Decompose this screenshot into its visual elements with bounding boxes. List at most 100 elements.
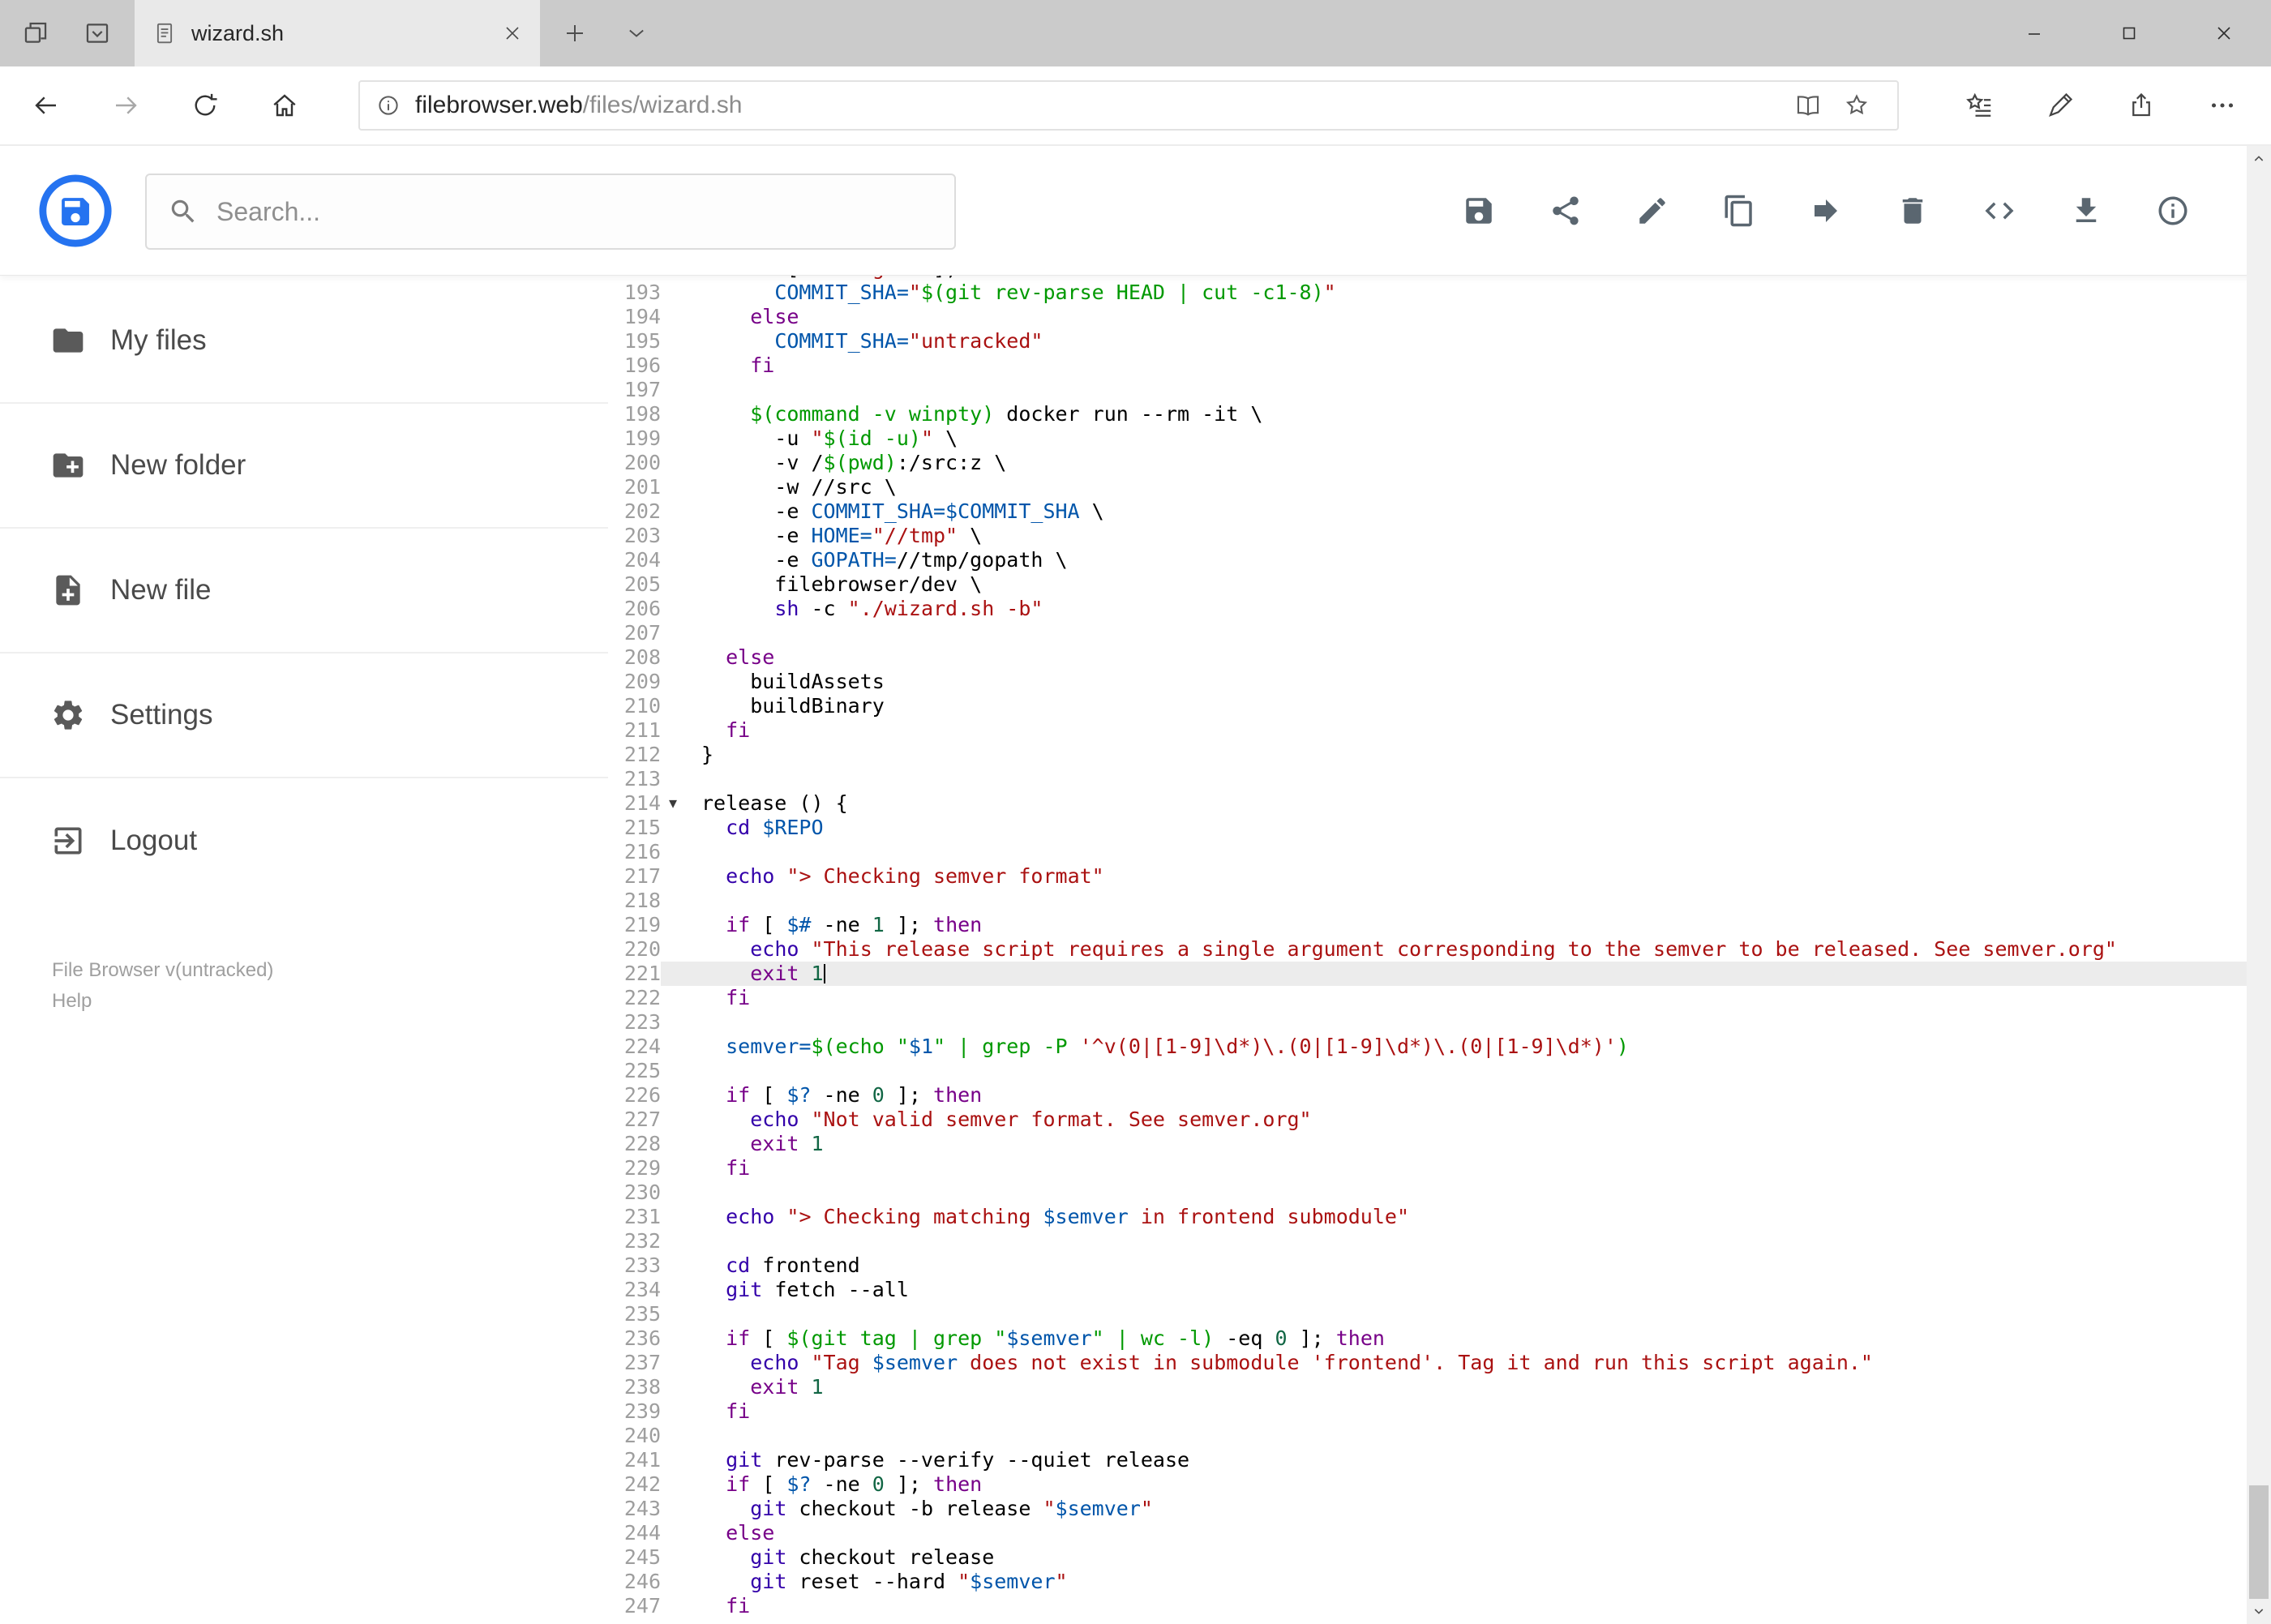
back-button[interactable] [6, 66, 86, 144]
code-line-213[interactable]: 213 [608, 767, 2247, 791]
scrollbar-thumb[interactable] [2249, 1485, 2269, 1599]
info-button[interactable] [2129, 146, 2216, 276]
add-favorite-button[interactable] [1832, 82, 1881, 129]
code-line-240[interactable]: 240 [608, 1424, 2247, 1448]
code-line-234[interactable]: 234 git fetch --all [608, 1278, 2247, 1302]
code-line-247[interactable]: 247 fi [608, 1594, 2247, 1618]
code-line-204[interactable]: 204 -e GOPATH=//tmp/gopath \ [608, 548, 2247, 572]
code-line-201[interactable]: 201 -w //src \ [608, 475, 2247, 499]
code-line-208[interactable]: 208 else [608, 645, 2247, 670]
code-line-245[interactable]: 245 git checkout release [608, 1545, 2247, 1570]
scroll-up-arrow[interactable] [2247, 146, 2271, 172]
browser-tab[interactable]: wizard.sh [135, 0, 540, 66]
code-line-224[interactable]: 224 semver=$(echo "$1" | grep -P '^v(0|[… [608, 1035, 2247, 1059]
code-line-220[interactable]: 220 echo "This release script requires a… [608, 937, 2247, 962]
set-aside-tabs-button[interactable] [13, 11, 58, 56]
sidebar-item-settings[interactable]: Settings [0, 653, 608, 778]
code-line-227[interactable]: 227 echo "Not valid semver format. See s… [608, 1108, 2247, 1132]
code-line-214[interactable]: 214 ▾ release () { [608, 791, 2247, 816]
more-options-button[interactable] [2182, 66, 2263, 144]
refresh-button[interactable] [165, 66, 245, 144]
code-line-238[interactable]: 238 exit 1 [608, 1375, 2247, 1399]
code-line-193[interactable]: 193 COMMIT_SHA="$(git rev-parse HEAD | c… [608, 281, 2247, 305]
code-line-203[interactable]: 203 -e HOME="//tmp" \ [608, 524, 2247, 548]
code-line-211[interactable]: 211 fi [608, 718, 2247, 743]
hub-favorites-button[interactable] [1939, 66, 2020, 144]
share-page-button[interactable] [2101, 66, 2182, 144]
code-line-221[interactable]: 221 exit 1 [608, 962, 2247, 986]
code-line-199[interactable]: 199 -u "$(id -u)" \ [608, 426, 2247, 451]
code-line-242[interactable]: 242 if [ $? -ne 0 ]; then [608, 1472, 2247, 1497]
code-line-207[interactable]: 207 [608, 621, 2247, 645]
code-line-202[interactable]: 202 -e COMMIT_SHA=$COMMIT_SHA \ [608, 499, 2247, 524]
code-line-232[interactable]: 232 [608, 1229, 2247, 1253]
code-editor[interactable]: 192 if [ -d ".git" ]; then193 COMMIT_SHA… [608, 276, 2247, 1624]
code-line-244[interactable]: 244 else [608, 1521, 2247, 1545]
code-line-225[interactable]: 225 [608, 1059, 2247, 1083]
fold-arrow-icon[interactable]: ▾ [661, 791, 701, 816]
code-line-219[interactable]: 219 if [ $# -ne 1 ]; then [608, 913, 2247, 937]
code-line-210[interactable]: 210 buildBinary [608, 694, 2247, 718]
code-line-216[interactable]: 216 [608, 840, 2247, 864]
search-input[interactable] [216, 196, 933, 227]
code-line-231[interactable]: 231 echo "> Checking matching $semver in… [608, 1205, 2247, 1229]
code-line-217[interactable]: 217 echo "> Checking semver format" [608, 864, 2247, 889]
home-button[interactable] [245, 66, 324, 144]
address-bar[interactable]: filebrowser.web/files/wizard.sh [358, 80, 1899, 131]
download-button[interactable] [2042, 146, 2129, 276]
code-line-212[interactable]: 212} [608, 743, 2247, 767]
close-button[interactable] [2176, 0, 2271, 66]
tab-close-icon[interactable] [503, 24, 522, 43]
code-line-215[interactable]: 215 cd $REPO [608, 816, 2247, 840]
copy-button[interactable] [1695, 146, 1782, 276]
edit-button[interactable] [1609, 146, 1695, 276]
code-line-229[interactable]: 229 fi [608, 1156, 2247, 1181]
save-button[interactable] [1435, 146, 1522, 276]
code-line-228[interactable]: 228 exit 1 [608, 1132, 2247, 1156]
code-line-196[interactable]: 196 fi [608, 354, 2247, 378]
code-line-209[interactable]: 209 buildAssets [608, 670, 2247, 694]
code-line-222[interactable]: 222 fi [608, 986, 2247, 1010]
code-line-230[interactable]: 230 [608, 1181, 2247, 1205]
maximize-button[interactable] [2081, 0, 2176, 66]
code-line-205[interactable]: 205 filebrowser/dev \ [608, 572, 2247, 597]
sidebar-item-my-files[interactable]: My files [0, 279, 608, 404]
code-line-226[interactable]: 226 if [ $? -ne 0 ]; then [608, 1083, 2247, 1108]
new-tab-button[interactable] [548, 6, 602, 60]
code-line-239[interactable]: 239 fi [608, 1399, 2247, 1424]
filebrowser-logo[interactable] [37, 173, 114, 249]
tab-list-dropdown-button[interactable] [610, 6, 663, 60]
share-button[interactable] [1522, 146, 1609, 276]
tab-preview-button[interactable] [75, 11, 120, 56]
code-line-223[interactable]: 223 [608, 1010, 2247, 1035]
code-line-241[interactable]: 241 git rev-parse --verify --quiet relea… [608, 1448, 2247, 1472]
code-line-236[interactable]: 236 if [ $(git tag | grep "$semver" | wc… [608, 1326, 2247, 1351]
code-line-200[interactable]: 200 -v /$(pwd):/src:z \ [608, 451, 2247, 475]
code-line-218[interactable]: 218 [608, 889, 2247, 913]
code-line-198[interactable]: 198 $(command -v winpty) docker run --rm… [608, 402, 2247, 426]
code-line-206[interactable]: 206 sh -c "./wizard.sh -b" [608, 597, 2247, 621]
code-line-243[interactable]: 243 git checkout -b release "$semver" [608, 1497, 2247, 1521]
sidebar-item-logout[interactable]: Logout [0, 778, 608, 903]
move-button[interactable] [1782, 146, 1869, 276]
code-line-235[interactable]: 235 [608, 1302, 2247, 1326]
line-content [661, 840, 2247, 864]
delete-button[interactable] [1869, 146, 1956, 276]
annotate-button[interactable] [2020, 66, 2101, 144]
code-line-237[interactable]: 237 echo "Tag $semver does not exist in … [608, 1351, 2247, 1375]
code-line-233[interactable]: 233 cd frontend [608, 1253, 2247, 1278]
search-box[interactable] [145, 174, 956, 250]
code-line-194[interactable]: 194 else [608, 305, 2247, 329]
sidebar-item-new-file[interactable]: New file [0, 529, 608, 653]
code-line-195[interactable]: 195 COMMIT_SHA="untracked" [608, 329, 2247, 354]
reading-view-button[interactable] [1784, 82, 1832, 129]
forward-button[interactable] [86, 66, 165, 144]
minimize-button[interactable] [1986, 0, 2081, 66]
sidebar-item-new-folder[interactable]: New folder [0, 404, 608, 529]
help-link[interactable]: Help [52, 986, 273, 1017]
scroll-down-arrow[interactable] [2247, 1598, 2271, 1624]
site-info-icon[interactable] [376, 93, 401, 118]
code-line-246[interactable]: 246 git reset --hard "$semver" [608, 1570, 2247, 1594]
raw-code-button[interactable] [1956, 146, 2042, 276]
code-line-197[interactable]: 197 [608, 378, 2247, 402]
